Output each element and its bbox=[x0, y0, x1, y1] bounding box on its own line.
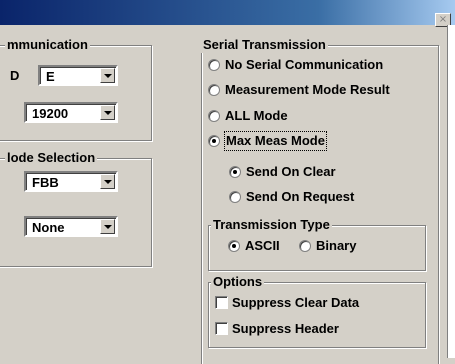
radio-button[interactable] bbox=[208, 84, 220, 96]
communication-group-title: mmunication bbox=[5, 37, 90, 53]
dialog-body: mmunication D E 19200 lode Selection FBB… bbox=[0, 25, 447, 364]
radio-button-checked[interactable] bbox=[229, 166, 241, 178]
secondary-mode-value: None bbox=[32, 220, 65, 235]
secondary-mode-combo[interactable]: None bbox=[24, 216, 118, 237]
baud-rate-combo[interactable]: 19200 bbox=[24, 102, 118, 123]
mode-value: FBB bbox=[32, 175, 59, 190]
radio-button[interactable] bbox=[208, 110, 220, 122]
chevron-down-icon[interactable] bbox=[100, 68, 115, 83]
parity-value: E bbox=[46, 69, 55, 84]
transmission-type-group-title: Transmission Type bbox=[211, 217, 332, 233]
chevron-down-icon[interactable] bbox=[100, 174, 115, 189]
serial-transmission-group-title: Serial Transmission bbox=[201, 37, 328, 53]
radio-button-checked[interactable] bbox=[208, 135, 220, 147]
baud-rate-value: 19200 bbox=[32, 106, 69, 121]
radio-button[interactable] bbox=[299, 240, 311, 252]
mode-combo[interactable]: FBB bbox=[24, 171, 118, 192]
chevron-down-icon[interactable] bbox=[100, 219, 115, 234]
radio-button[interactable] bbox=[229, 191, 241, 203]
mode-selection-group-title: lode Selection bbox=[5, 150, 98, 166]
checkbox[interactable] bbox=[215, 296, 228, 309]
options-group-title: Options bbox=[211, 274, 265, 290]
radio-button[interactable] bbox=[208, 59, 220, 71]
parity-label: D bbox=[10, 68, 20, 83]
communication-group: mmunication bbox=[0, 37, 152, 141]
chevron-down-icon[interactable] bbox=[100, 105, 115, 120]
radio-button-checked[interactable] bbox=[228, 240, 240, 252]
parity-combo[interactable]: E bbox=[38, 65, 118, 86]
checkbox[interactable] bbox=[215, 322, 228, 335]
window-right-edge bbox=[447, 25, 455, 358]
title-bar[interactable]: × bbox=[0, 0, 455, 27]
options-group: Options bbox=[208, 274, 426, 348]
